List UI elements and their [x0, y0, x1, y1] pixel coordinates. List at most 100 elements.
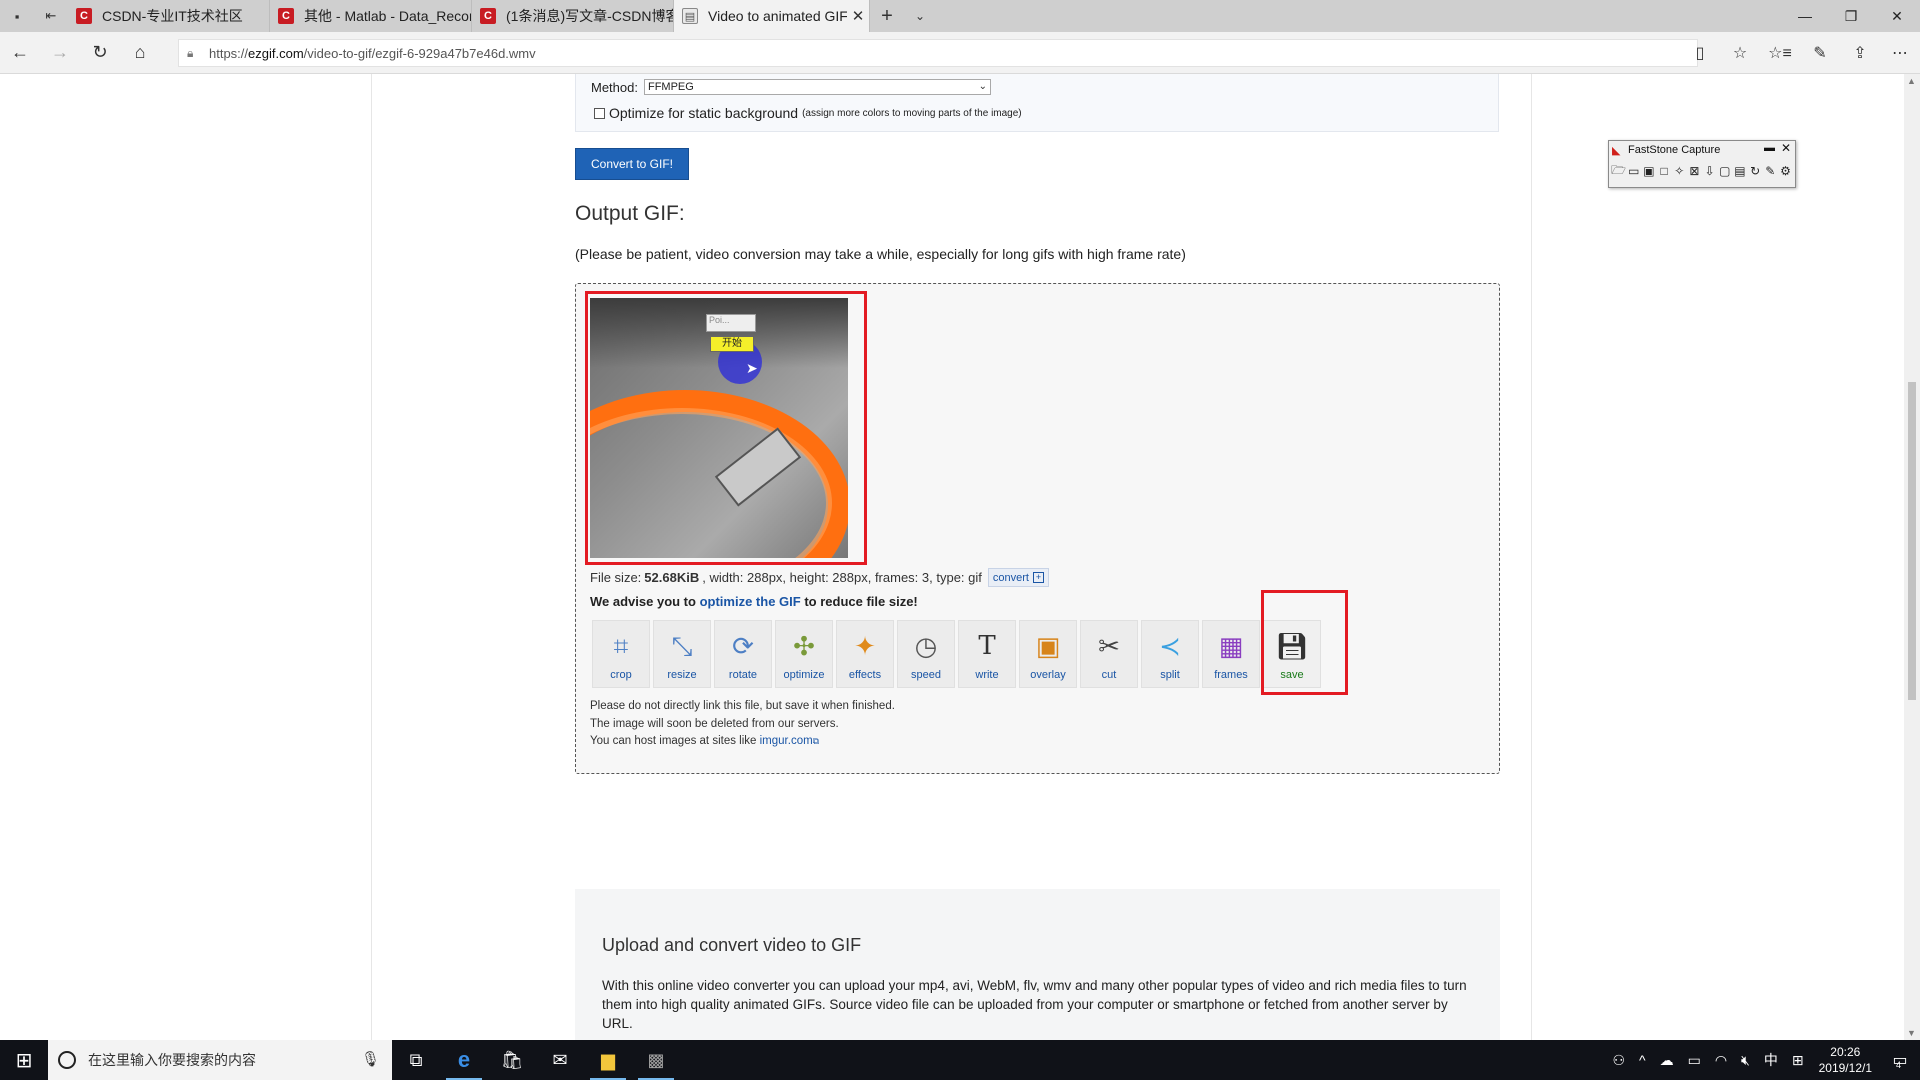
capture-freehand-icon[interactable]: ✧ — [1672, 163, 1687, 179]
edge-browser-icon[interactable]: e — [440, 1040, 488, 1080]
share-icon[interactable]: ⇪ — [1840, 32, 1880, 74]
tool-frames[interactable]: ▦ frames — [1202, 620, 1260, 688]
repeat-capture-icon[interactable]: ↻ — [1748, 163, 1763, 179]
more-options-icon[interactable]: ⋯ — [1880, 32, 1920, 74]
minimize-icon[interactable]: ▬ — [1764, 142, 1775, 154]
tool-label: speed — [911, 669, 941, 681]
onedrive-cloud-icon[interactable]: ☁ — [1653, 1052, 1681, 1069]
screen-recorder-icon[interactable]: ▤ — [1732, 163, 1747, 179]
tab-close-icon[interactable]: ✕ — [847, 7, 869, 25]
csdn-favicon-icon: C — [278, 8, 294, 24]
imgur-link[interactable]: imgur.com — [760, 735, 813, 747]
output-settings-icon[interactable]: ✎ — [1763, 163, 1778, 179]
wifi-icon[interactable]: ◠ — [1708, 1052, 1734, 1069]
tool-label: optimize — [783, 669, 825, 681]
ime-keyboard-icon[interactable]: ⊞ — [1785, 1052, 1811, 1069]
capture-fullscreen-icon[interactable]: ⊠ — [1687, 163, 1702, 179]
tab-title: Video to animated GIF c — [708, 8, 847, 24]
split-icon: ≺ — [1159, 631, 1181, 661]
set-tabs-aside-icon[interactable]: ⇤ — [34, 0, 68, 32]
capture-rectangle-icon[interactable]: □ — [1657, 163, 1672, 179]
back-icon[interactable]: ← — [0, 32, 40, 74]
advise-suffix: to reduce file size! — [804, 594, 918, 609]
tab-ezgif[interactable]: ▤ Video to animated GIF c ✕ — [674, 0, 870, 32]
url-scheme: https:// — [209, 45, 249, 61]
capture-scrolling-icon[interactable]: ⇩ — [1702, 163, 1717, 179]
tab-actions-icon[interactable]: ▪ — [0, 0, 34, 32]
close-window-icon[interactable]: ✕ — [1874, 0, 1920, 32]
search-placeholder: 在这里输入你要搜索的内容 — [88, 1052, 256, 1068]
file-explorer-icon[interactable]: ▆ — [584, 1040, 632, 1080]
notice-line: You can host images at sites like — [590, 735, 757, 747]
taskbar-search-box[interactable]: 在这里输入你要搜索的内容 🎙︎ — [48, 1040, 392, 1080]
close-icon[interactable]: ✕ — [1781, 141, 1791, 155]
show-hidden-icons-chevron-icon[interactable]: ^ — [1632, 1052, 1653, 1068]
tab-csdn-blog[interactable]: C (1条消息)写文章-CSDN博客 — [472, 0, 674, 32]
battery-icon[interactable]: ▭ — [1681, 1052, 1708, 1069]
tool-speed[interactable]: ◷ speed — [897, 620, 955, 688]
output-result-panel: Poi... 开始 ➤ File size: 52.68KiB , width:… — [575, 283, 1500, 774]
tool-crop[interactable]: ⌗ crop — [592, 620, 650, 688]
tab-preview-chevron-icon[interactable]: ⌄ — [904, 0, 936, 32]
refresh-icon[interactable]: ↻ — [80, 32, 120, 74]
clock[interactable]: 20:26 2019/12/1 — [1811, 1044, 1880, 1076]
address-bar[interactable]: 🔒︎ https://ezgif.com/video-to-gif/ezgif-… — [178, 39, 1698, 67]
windows-start-icon[interactable]: ⊞ — [0, 1040, 48, 1080]
method-select[interactable]: FFMPEG ⌄ — [643, 79, 991, 95]
method-selected-value: FFMPEG — [647, 81, 694, 93]
tab-csdn[interactable]: C CSDN-专业IT技术社区 — [68, 0, 270, 32]
url-path: /video-to-gif/ezgif-6-929a47b7e46d.wmv — [303, 45, 536, 61]
home-icon[interactable]: ⌂ — [120, 32, 160, 74]
ime-indicator[interactable]: 中 — [1757, 1050, 1785, 1070]
method-label: Method: — [591, 79, 638, 95]
forward-icon[interactable]: → — [40, 32, 80, 74]
convert-to-gif-button[interactable]: Convert to GIF! — [575, 148, 689, 180]
file-info: File size: 52.68KiB , width: 288px, heig… — [590, 568, 1049, 587]
scroll-up-icon[interactable]: ▲ — [1907, 76, 1916, 86]
tab-matlab[interactable]: C 其他 - Matlab - Data_Recon — [270, 0, 472, 32]
output-heading: Output GIF: — [575, 202, 685, 225]
capture-window-icon[interactable]: ▭ — [1626, 163, 1641, 179]
reading-view-icon[interactable]: ▯ — [1680, 32, 1720, 74]
tool-split[interactable]: ≺ split — [1141, 620, 1199, 688]
tool-effects[interactable]: ✦ effects — [836, 620, 894, 688]
favorite-star-icon[interactable]: ☆ — [1720, 32, 1760, 74]
tool-resize[interactable]: ⤡ resize — [653, 620, 711, 688]
scrollbar-thumb[interactable] — [1908, 382, 1916, 700]
scroll-down-icon[interactable]: ▼ — [1907, 1028, 1916, 1038]
new-tab-icon[interactable]: + — [870, 0, 904, 32]
static-background-checkbox[interactable] — [594, 107, 605, 119]
tool-write[interactable]: T write — [958, 620, 1016, 688]
faststone-title: FastStone Capture — [1628, 144, 1721, 156]
upload-info-section: Upload and convert video to GIF With thi… — [575, 889, 1500, 1040]
capture-fixed-region-icon[interactable]: ▢ — [1717, 163, 1732, 179]
faststone-capture-toolbar[interactable]: ◣ FastStone Capture ▬ ✕ 🗁︎ ▭ ▣ □ ✧ ⊠ ⇩ ▢… — [1608, 140, 1796, 188]
minimize-icon[interactable]: — — [1782, 0, 1828, 32]
web-note-icon[interactable]: ✎ — [1800, 32, 1840, 74]
mail-icon[interactable]: ✉ — [536, 1040, 584, 1080]
restore-icon[interactable]: ❐ — [1828, 0, 1874, 32]
tool-overlay[interactable]: ▣ overlay — [1019, 620, 1077, 688]
settings-icon[interactable]: ⚙ — [1778, 163, 1793, 179]
people-icon[interactable]: ⚇ — [1605, 1052, 1632, 1069]
output-gif-image[interactable]: Poi... 开始 ➤ — [590, 298, 848, 558]
tool-optimize[interactable]: ✣ optimize — [775, 620, 833, 688]
tab-title: 其他 - Matlab - Data_Recon — [304, 8, 471, 24]
page-scrollbar[interactable]: ▲ ▼ — [1904, 74, 1920, 1040]
favorites-hub-icon[interactable]: ☆≡ — [1760, 32, 1800, 74]
tab-title: CSDN-专业IT技术社区 — [102, 8, 243, 24]
convert-format-button[interactable]: convert + — [987, 568, 1049, 587]
action-center-icon[interactable]: ▭ 4 — [1880, 1040, 1920, 1080]
tool-cut[interactable]: ✂ cut — [1080, 620, 1138, 688]
tool-rotate[interactable]: ⟳ rotate — [714, 620, 772, 688]
volume-muted-icon[interactable]: 🔇︎ — [1734, 1052, 1757, 1069]
capture-object-icon[interactable]: ▣ — [1641, 163, 1656, 179]
faststone-app-icon[interactable]: ▩ — [632, 1040, 680, 1080]
open-folder-icon[interactable]: 🗁︎ — [1611, 163, 1626, 179]
rotate-icon: ⟳ — [732, 631, 754, 661]
store-icon[interactable]: 🛍︎ — [488, 1040, 536, 1080]
microphone-icon[interactable]: 🎙︎ — [361, 1050, 380, 1068]
notice-line: The image will soon be deleted from our … — [590, 717, 839, 730]
optimize-gif-link[interactable]: optimize the GIF — [700, 594, 801, 609]
task-view-icon[interactable]: ⧉ — [392, 1040, 440, 1080]
